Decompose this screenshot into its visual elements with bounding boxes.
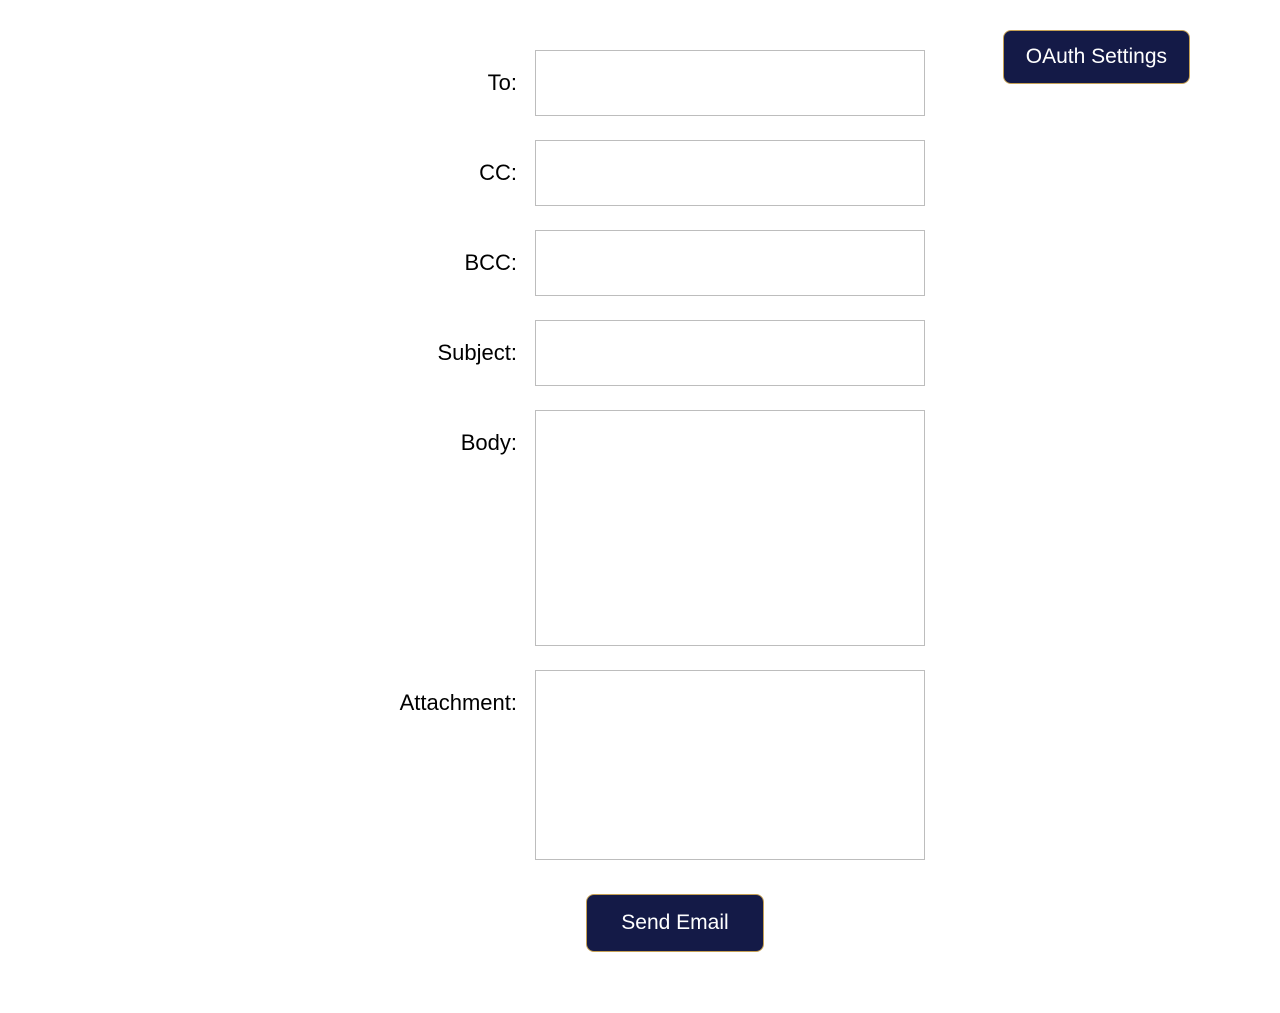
body-row: Body: xyxy=(355,410,925,646)
bcc-label: BCC: xyxy=(355,230,535,276)
body-label: Body: xyxy=(355,410,535,456)
oauth-settings-button[interactable]: OAuth Settings xyxy=(1003,30,1190,84)
cc-input[interactable] xyxy=(535,140,925,206)
send-row: Send Email xyxy=(355,894,925,952)
to-row: To: xyxy=(355,50,925,116)
subject-input[interactable] xyxy=(535,320,925,386)
cc-row: CC: xyxy=(355,140,925,206)
attachment-row: Attachment: xyxy=(355,670,925,860)
to-label: To: xyxy=(355,50,535,96)
body-textarea[interactable] xyxy=(535,410,925,646)
attachment-label: Attachment: xyxy=(355,670,535,716)
subject-row: Subject: xyxy=(355,320,925,386)
cc-label: CC: xyxy=(355,140,535,186)
attachment-dropzone[interactable] xyxy=(535,670,925,860)
subject-label: Subject: xyxy=(355,320,535,366)
email-form: To: CC: BCC: Subject: Body: Attachment: … xyxy=(0,0,1280,952)
to-input[interactable] xyxy=(535,50,925,116)
send-email-button[interactable]: Send Email xyxy=(586,894,763,952)
bcc-row: BCC: xyxy=(355,230,925,296)
bcc-input[interactable] xyxy=(535,230,925,296)
